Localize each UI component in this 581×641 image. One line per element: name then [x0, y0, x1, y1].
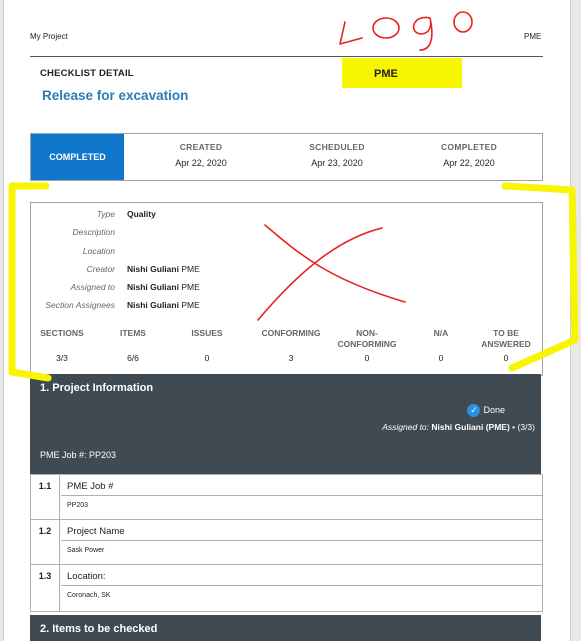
cross-stroke-2: [257, 227, 383, 321]
logo-letter-l: [339, 21, 363, 45]
logo-letter-o: [372, 17, 400, 39]
right-bracket-mark: [501, 182, 579, 372]
left-bracket-mark: [8, 182, 52, 382]
logo-letter-o-2: [453, 11, 473, 33]
red-x-mark: [257, 224, 406, 321]
logo-letter-g: [412, 16, 433, 51]
markup-overlay: [8, 11, 579, 382]
handwritten-logo: [339, 11, 473, 51]
cross-stroke-1: [264, 224, 406, 303]
